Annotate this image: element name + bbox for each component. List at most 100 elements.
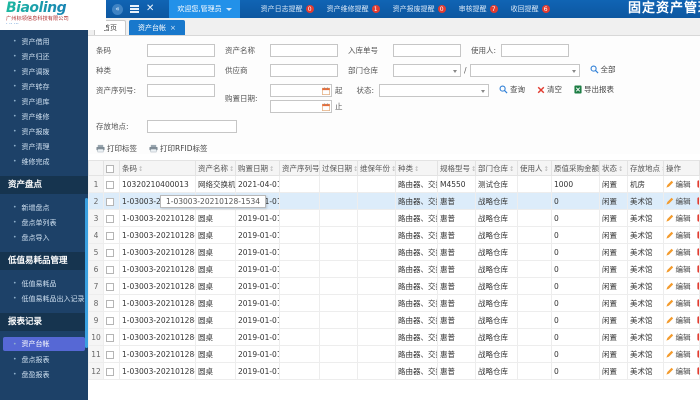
column-header[interactable]: 操作 bbox=[663, 160, 700, 176]
barcode-input[interactable] bbox=[147, 44, 215, 57]
tab-asset-ledger[interactable]: 资产台帐 × bbox=[129, 20, 185, 35]
edit-button[interactable]: 编辑 bbox=[666, 247, 691, 258]
location-input[interactable] bbox=[147, 120, 237, 133]
edit-button[interactable]: 编辑 bbox=[666, 281, 691, 292]
sidebar-item[interactable]: • 低值易耗品出入记录 bbox=[0, 291, 88, 306]
sort-icon[interactable]: ↕ bbox=[414, 165, 419, 173]
row-checkbox[interactable] bbox=[106, 316, 114, 325]
edit-button[interactable]: 编辑 bbox=[666, 213, 691, 224]
clear-button[interactable]: 清空 bbox=[537, 84, 562, 95]
user-input[interactable] bbox=[501, 44, 570, 57]
table-row[interactable]: 3 1-03003-20210128-15圆桌2019-01-01 路由器、交换机惠… bbox=[88, 209, 700, 227]
edit-button[interactable]: 编辑 bbox=[666, 349, 691, 360]
table-row[interactable]: 12 1-03003-20210128-15圆桌2019-01-01 路由器、交换机… bbox=[88, 362, 700, 380]
print-rfid-label-button[interactable]: 打印RFID标签 bbox=[149, 143, 208, 154]
row-checkbox[interactable] bbox=[106, 282, 114, 291]
table-row[interactable]: 5 1-03003-20210128-15圆桌2019-01-01 路由器、交换机惠… bbox=[88, 243, 700, 261]
status-select[interactable] bbox=[379, 84, 490, 97]
menu-icon[interactable] bbox=[130, 5, 139, 13]
edit-button[interactable]: 编辑 bbox=[666, 315, 691, 326]
delete-button[interactable]: 删除 bbox=[696, 349, 699, 360]
notification-item[interactable]: 资产报废提醒 0 bbox=[393, 4, 446, 14]
delete-button[interactable]: 删除 bbox=[696, 264, 699, 275]
delete-button[interactable]: 删除 bbox=[696, 213, 699, 224]
row-checkbox[interactable] bbox=[106, 248, 114, 257]
sidebar-item[interactable]: • 资产退库 bbox=[0, 94, 88, 109]
sidebar-item[interactable]: • 资产维修 bbox=[0, 109, 88, 124]
sidebar-section-header[interactable]: 报表记录 bbox=[0, 313, 88, 331]
sort-icon[interactable]: ↕ bbox=[618, 165, 623, 173]
sidebar-item[interactable]: • 盘点单列表 bbox=[0, 215, 88, 230]
column-header[interactable]: 资产名称↕ bbox=[195, 160, 236, 176]
collapse-sidebar-icon[interactable]: « bbox=[112, 3, 123, 15]
sidebar-item[interactable]: • 资产借用 bbox=[0, 34, 88, 49]
edit-button[interactable]: 编辑 bbox=[666, 264, 691, 275]
delete-button[interactable]: 删除 bbox=[696, 315, 699, 326]
notification-item[interactable]: 资产日志提醒 0 bbox=[261, 4, 314, 14]
user-menu-button[interactable]: 欢迎您,管理员 bbox=[169, 0, 240, 18]
print-label-button[interactable]: 打印标签 bbox=[96, 143, 137, 154]
department-select[interactable] bbox=[393, 64, 461, 77]
delete-button[interactable]: 删除 bbox=[696, 298, 699, 309]
sort-icon[interactable]: ↕ bbox=[471, 165, 475, 173]
sidebar-item[interactable]: • 资产归还 bbox=[0, 49, 88, 64]
column-header[interactable]: 过保日期↕ bbox=[319, 160, 358, 176]
column-header[interactable]: 条码↕ bbox=[119, 160, 196, 176]
date-from-input[interactable] bbox=[270, 84, 332, 97]
column-header[interactable]: 维保年份↕ bbox=[357, 160, 396, 176]
serial-input[interactable] bbox=[147, 84, 215, 97]
column-header[interactable]: 资产序列号↕ bbox=[279, 160, 320, 176]
date-to-input[interactable] bbox=[270, 100, 332, 113]
delete-button[interactable]: 删除 bbox=[696, 196, 699, 207]
delete-button[interactable]: 删除 bbox=[696, 281, 699, 292]
warehouse-select[interactable] bbox=[469, 64, 580, 77]
row-checkbox[interactable] bbox=[106, 231, 114, 240]
search-button[interactable]: 查询 bbox=[499, 84, 525, 95]
sidebar-item[interactable]: • 资产报废 bbox=[0, 124, 88, 139]
table-row[interactable]: 11 1-03003-20210128-15圆桌2019-01-01 路由器、交换机… bbox=[88, 345, 700, 363]
delete-button[interactable]: 删除 bbox=[696, 332, 699, 343]
sort-icon[interactable]: ↕ bbox=[509, 165, 514, 173]
sidebar-item[interactable]: • 新增盘点 bbox=[0, 200, 88, 215]
sort-icon[interactable]: ↕ bbox=[138, 165, 143, 173]
row-checkbox[interactable] bbox=[106, 333, 114, 342]
sidebar-item[interactable]: • 资产清理 bbox=[0, 139, 88, 154]
column-header[interactable]: 种类↕ bbox=[395, 160, 438, 176]
sidebar-item[interactable]: • 资产转存 bbox=[0, 79, 88, 94]
column-header[interactable]: 状态↕ bbox=[599, 160, 628, 176]
table-row[interactable]: 4 1-03003-20210128-15圆桌2019-01-01 路由器、交换机惠… bbox=[88, 226, 700, 244]
delete-button[interactable]: 删除 bbox=[696, 230, 699, 241]
edit-button[interactable]: 编辑 bbox=[666, 230, 691, 241]
delete-button[interactable]: 删除 bbox=[696, 366, 699, 377]
column-header[interactable]: 规格型号↕ bbox=[437, 160, 476, 176]
sidebar-section-header[interactable]: 低值易耗品管理 bbox=[0, 252, 88, 270]
edit-button[interactable]: 编辑 bbox=[666, 298, 691, 309]
sidebar-item[interactable]: • 资产调拨 bbox=[0, 64, 88, 79]
row-checkbox[interactable] bbox=[106, 197, 114, 206]
table-row[interactable]: 10 1-03003-20210128-15圆桌2019-01-01 路由器、交换机… bbox=[88, 328, 700, 346]
row-checkbox[interactable] bbox=[106, 299, 114, 308]
delete-button[interactable]: 删除 bbox=[696, 247, 699, 258]
sidebar-scrollbar[interactable] bbox=[85, 198, 88, 348]
sidebar-item[interactable]: • 盘盈报表 bbox=[0, 367, 88, 382]
close-icon[interactable]: × bbox=[170, 24, 176, 32]
row-checkbox[interactable] bbox=[106, 350, 114, 359]
table-row[interactable]: 8 1-03003-20210128-15圆桌2019-01-01 路由器、交换机惠… bbox=[88, 294, 700, 312]
notification-item[interactable]: 收回提醒 6 bbox=[511, 4, 550, 14]
sort-icon[interactable]: ↕ bbox=[269, 165, 274, 173]
table-row[interactable]: 9 1-03003-20210128-15圆桌2019-01-01 路由器、交换机惠… bbox=[88, 311, 700, 329]
select-all-checkbox[interactable] bbox=[106, 164, 114, 173]
inbound-no-input[interactable] bbox=[393, 44, 461, 57]
notification-item[interactable]: 审核提醒 7 bbox=[459, 4, 498, 14]
column-header[interactable]: 存放地点↕ bbox=[627, 160, 664, 176]
sort-icon[interactable]: ↕ bbox=[229, 165, 234, 173]
sidebar-item[interactable]: • 维修完成 bbox=[0, 154, 88, 169]
edit-button[interactable]: 编辑 bbox=[666, 332, 691, 343]
supplier-input[interactable] bbox=[270, 64, 338, 77]
sidebar-item[interactable]: • 低值易耗品 bbox=[0, 276, 88, 291]
sidebar-item[interactable]: • 资产台帐 bbox=[3, 337, 85, 351]
search-all-button[interactable]: 全部 bbox=[590, 64, 616, 75]
table-row[interactable]: 1 10320210400013网络交换机2021-04-01 路由器、交换机M45… bbox=[88, 175, 700, 193]
delete-button[interactable]: 删除 bbox=[696, 179, 699, 190]
category-input[interactable] bbox=[147, 64, 215, 77]
